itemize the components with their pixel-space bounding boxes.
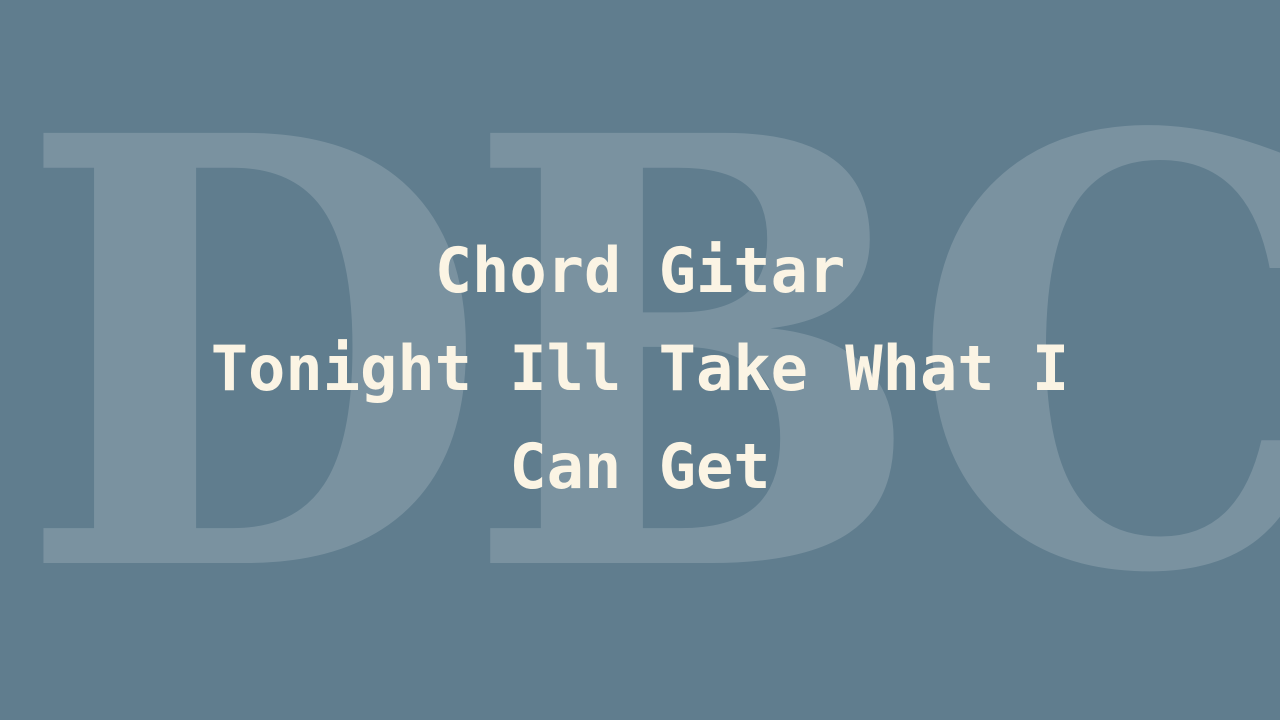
title-line-3: Can Get (509, 430, 771, 503)
title-line-1: Chord Gitar (434, 234, 846, 307)
page-title: Chord Gitar Tonight Ill Take What I Can … (0, 222, 1280, 516)
title-line-2: Tonight Ill Take What I (210, 332, 1070, 405)
thumbnail-canvas: DBC Chord Gitar Tonight Ill Take What I … (0, 0, 1280, 720)
